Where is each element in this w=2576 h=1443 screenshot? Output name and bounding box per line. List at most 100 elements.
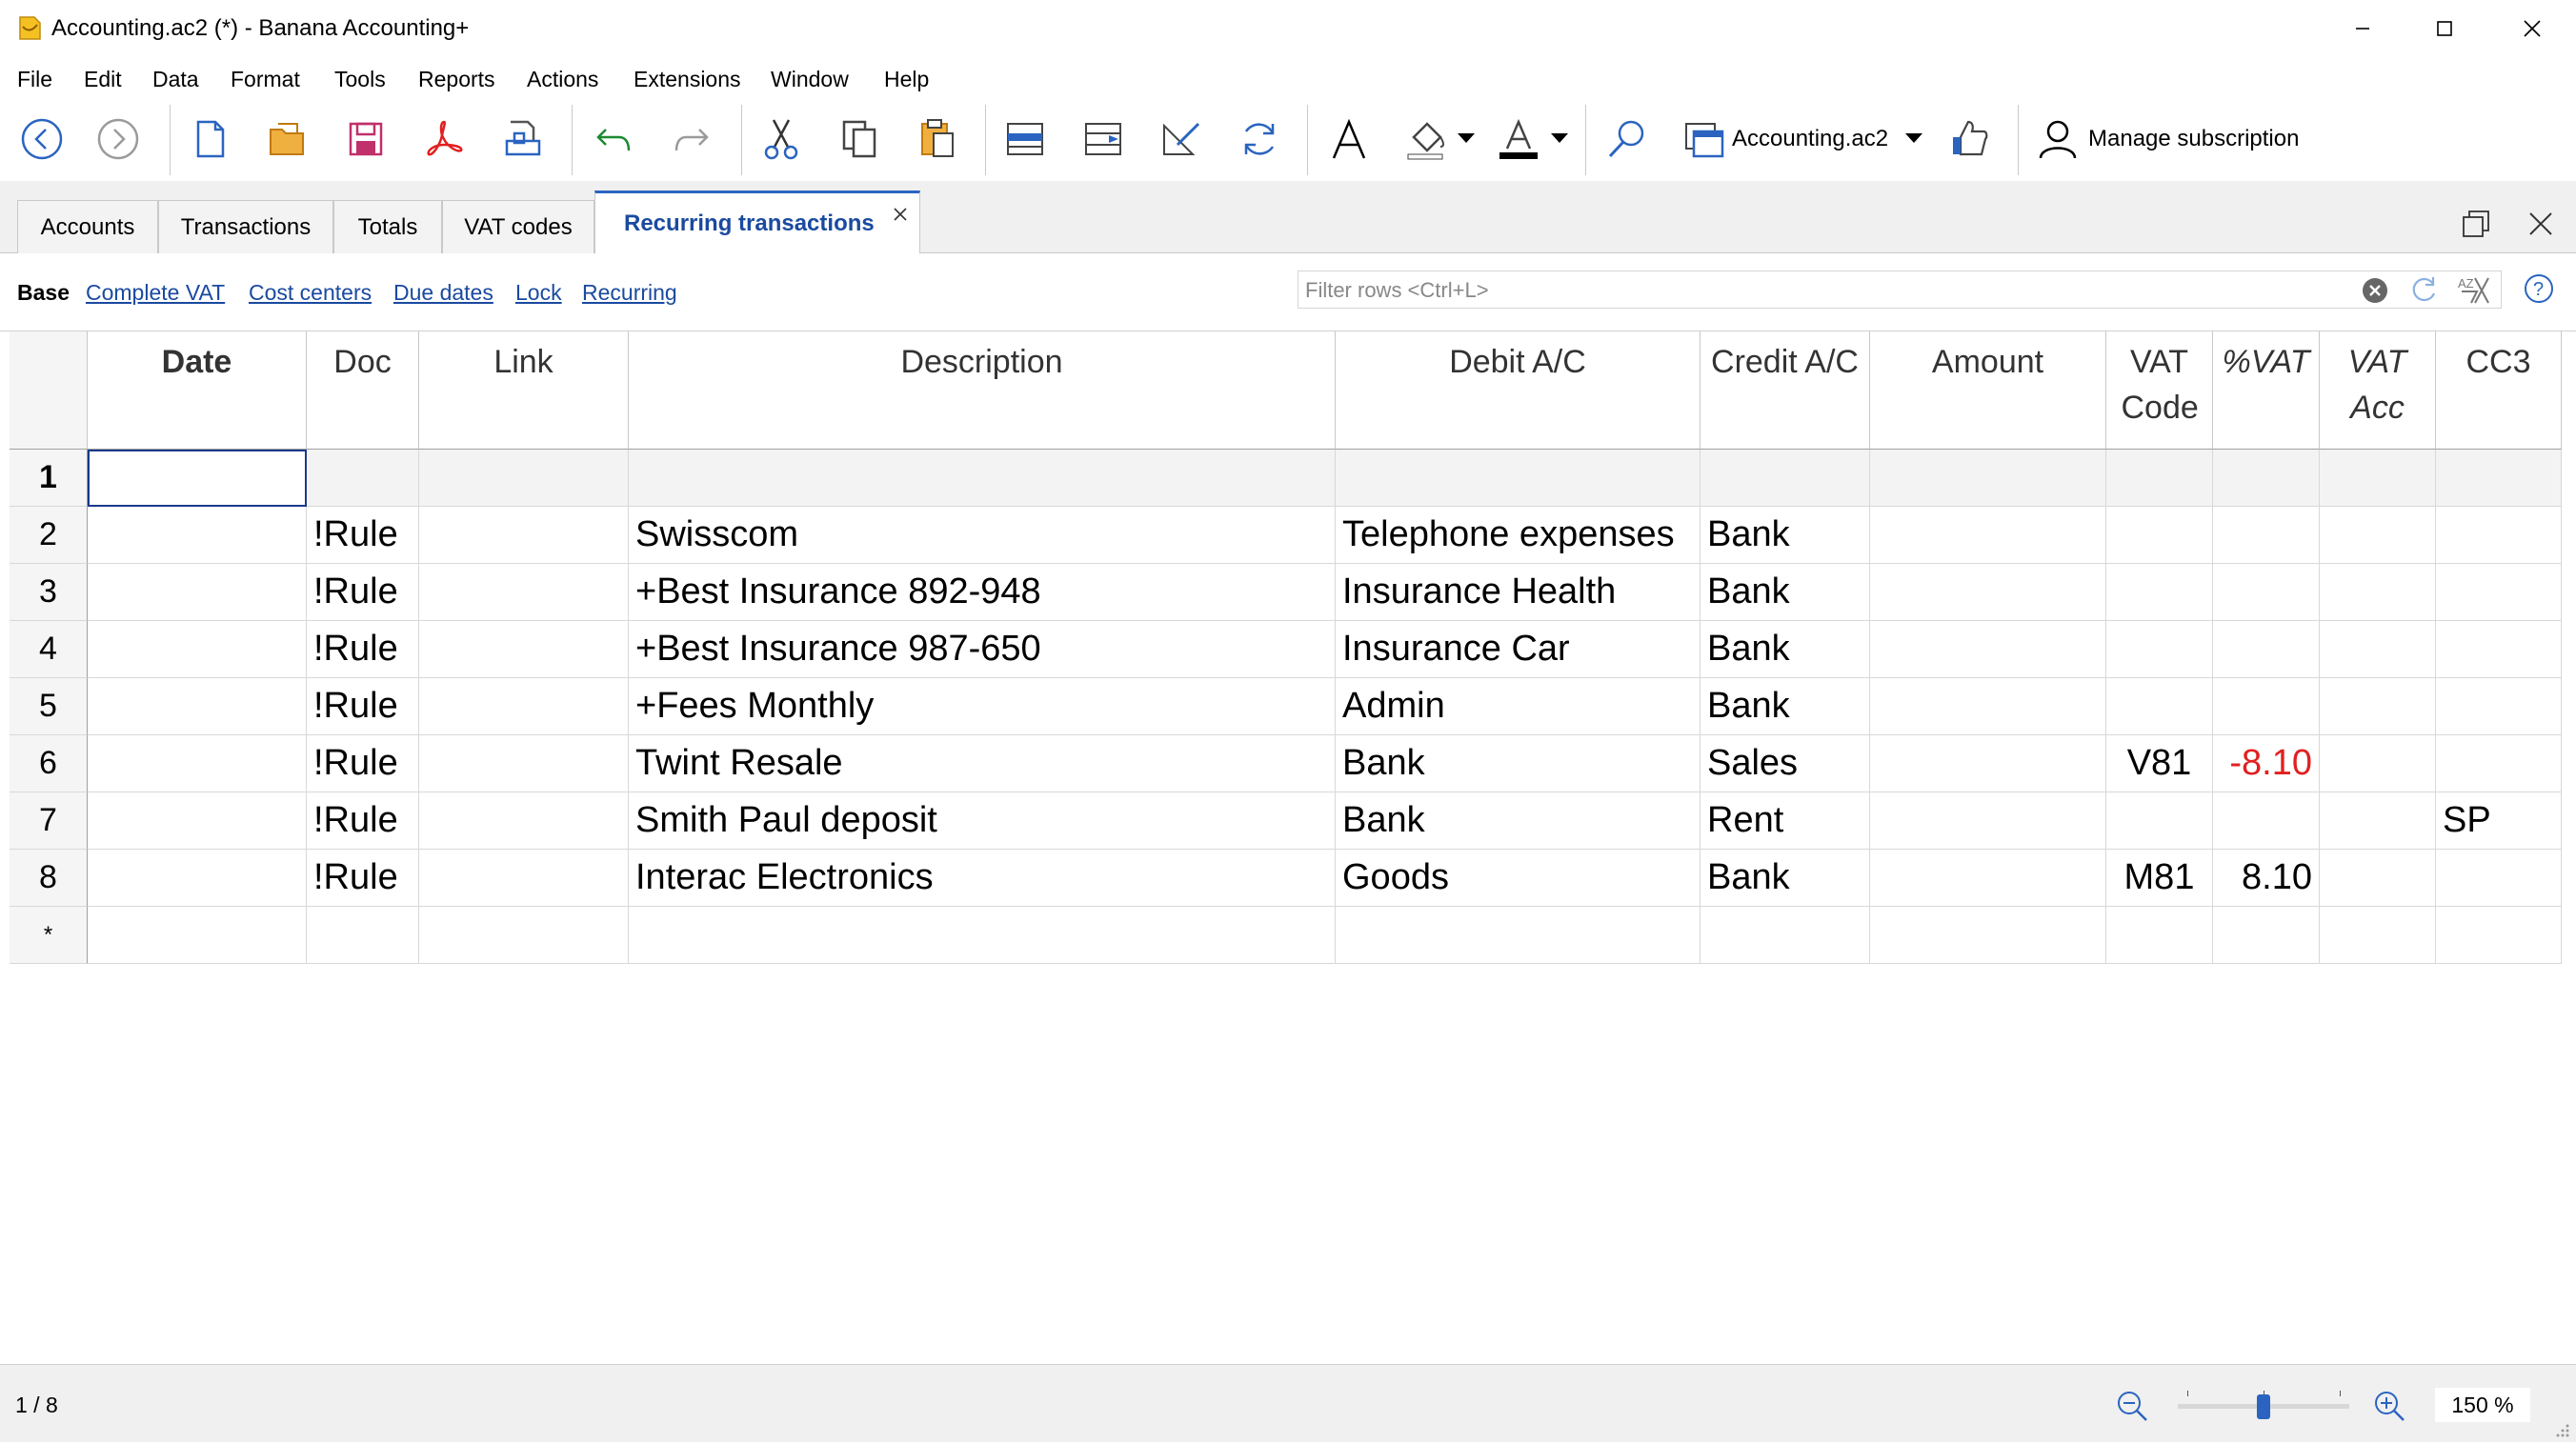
cell-description[interactable] — [629, 450, 1336, 507]
manage-subscription-link[interactable]: Manage subscription — [2088, 125, 2299, 153]
cell-pct-vat[interactable]: -8.10 — [2213, 735, 2320, 792]
help-button[interactable]: ? — [2523, 272, 2555, 310]
undo-button[interactable] — [587, 112, 640, 166]
cell-amount[interactable] — [1870, 850, 2106, 907]
column-header-amount[interactable]: Amount — [1870, 331, 2106, 450]
cell-credit-account[interactable]: Bank — [1701, 678, 1870, 735]
column-header-debit-account[interactable]: Debit A/C — [1336, 331, 1701, 450]
menu-file[interactable]: File — [17, 65, 52, 93]
cell-debit-account[interactable] — [1336, 450, 1701, 507]
cell-amount[interactable] — [1870, 907, 2106, 964]
cell-doc[interactable]: !Rule — [307, 792, 419, 850]
text-color-dropdown[interactable] — [1549, 130, 1570, 151]
resize-grip-icon[interactable] — [2553, 1421, 2570, 1443]
cell-description[interactable]: +Fees Monthly — [629, 678, 1336, 735]
find-button[interactable] — [1600, 112, 1654, 166]
save-button[interactable] — [339, 112, 392, 166]
cell-pct-vat[interactable] — [2213, 678, 2320, 735]
cell-credit-account[interactable] — [1701, 907, 1870, 964]
cell-pct-vat[interactable] — [2213, 507, 2320, 564]
cell-pct-vat[interactable] — [2213, 621, 2320, 678]
cell-amount[interactable] — [1870, 507, 2106, 564]
view-recurring[interactable]: Recurring — [582, 278, 677, 307]
cell-date[interactable] — [88, 507, 307, 564]
column-header-link[interactable]: Link — [419, 331, 629, 450]
font-button[interactable] — [1322, 112, 1376, 166]
close-tab-button[interactable] — [892, 206, 909, 228]
tab-vat-codes[interactable]: VAT codes — [442, 200, 594, 253]
clear-filter-button[interactable] — [2361, 276, 2389, 310]
switch-file-button[interactable] — [1679, 112, 1732, 166]
cell-pct-vat[interactable] — [2213, 792, 2320, 850]
corner-cell[interactable] — [10, 331, 88, 450]
view-due-dates[interactable]: Due dates — [393, 278, 493, 307]
cell-amount[interactable] — [1870, 621, 2106, 678]
fill-color-dropdown[interactable] — [1456, 130, 1477, 151]
row-header[interactable]: 4 — [10, 621, 88, 678]
cell-doc[interactable]: !Rule — [307, 507, 419, 564]
cell-vat-account[interactable] — [2320, 907, 2436, 964]
copy-button[interactable] — [833, 112, 886, 166]
account-button[interactable] — [2031, 112, 2084, 166]
row-header[interactable]: 2 — [10, 507, 88, 564]
cell-credit-account[interactable]: Bank — [1701, 850, 1870, 907]
refresh-filter-button[interactable] — [2408, 274, 2439, 310]
cell-vat-code[interactable] — [2106, 792, 2213, 850]
cell-link[interactable] — [419, 792, 629, 850]
cell-description[interactable]: +Best Insurance 892-948 — [629, 564, 1336, 621]
cell-doc[interactable]: !Rule — [307, 735, 419, 792]
cell-debit-account[interactable] — [1336, 907, 1701, 964]
cell-doc[interactable] — [307, 450, 419, 507]
cell-cc3[interactable] — [2436, 507, 2562, 564]
view-base[interactable]: Base — [17, 278, 70, 307]
selected-cell-date[interactable] — [88, 450, 307, 507]
text-color-button[interactable] — [1492, 112, 1545, 166]
menu-format[interactable]: Format — [231, 65, 300, 93]
cell-description[interactable] — [629, 907, 1336, 964]
tab-recurring-transactions[interactable]: Recurring transactions — [594, 190, 920, 254]
zoom-out-button[interactable] — [2115, 1389, 2149, 1428]
column-header-credit-account[interactable]: Credit A/C — [1701, 331, 1870, 450]
close-view-button[interactable] — [2526, 210, 2555, 243]
forward-button[interactable] — [91, 112, 145, 166]
cell-doc[interactable] — [307, 907, 419, 964]
menu-data[interactable]: Data — [152, 65, 199, 93]
cell-description[interactable]: Smith Paul deposit — [629, 792, 1336, 850]
column-header-description[interactable]: Description — [629, 331, 1336, 450]
cell-doc[interactable]: !Rule — [307, 678, 419, 735]
cell-credit-account[interactable]: Bank — [1701, 564, 1870, 621]
cell-date[interactable] — [88, 678, 307, 735]
column-header-cc3[interactable]: CC3 — [2436, 331, 2562, 450]
cell-vat-account[interactable] — [2320, 507, 2436, 564]
cell-cc3[interactable] — [2436, 907, 2562, 964]
cell-date[interactable] — [88, 850, 307, 907]
cell-credit-account[interactable]: Bank — [1701, 621, 1870, 678]
row-header[interactable]: 8 — [10, 850, 88, 907]
cell-vat-code[interactable] — [2106, 450, 2213, 507]
cell-doc[interactable]: !Rule — [307, 564, 419, 621]
view-complete-vat[interactable]: Complete VAT — [86, 278, 225, 307]
row-header[interactable]: 5 — [10, 678, 88, 735]
row-header[interactable]: * — [10, 907, 88, 964]
cell-cc3[interactable] — [2436, 621, 2562, 678]
menu-actions[interactable]: Actions — [527, 65, 598, 93]
cell-pct-vat[interactable] — [2213, 450, 2320, 507]
back-button[interactable] — [15, 112, 69, 166]
cell-pct-vat[interactable] — [2213, 564, 2320, 621]
cell-vat-account[interactable] — [2320, 850, 2436, 907]
tab-accounts[interactable]: Accounts — [17, 200, 158, 253]
cell-amount[interactable] — [1870, 564, 2106, 621]
cell-link[interactable] — [419, 678, 629, 735]
cell-description[interactable]: Twint Resale — [629, 735, 1336, 792]
recheck-button[interactable] — [1233, 112, 1286, 166]
column-header-vat-code[interactable]: VAT Code — [2106, 331, 2213, 450]
cell-description[interactable]: +Best Insurance 987-650 — [629, 621, 1336, 678]
cell-cc3[interactable] — [2436, 678, 2562, 735]
cell-vat-account[interactable] — [2320, 678, 2436, 735]
cell-debit-account[interactable]: Insurance Car — [1336, 621, 1701, 678]
redo-button[interactable] — [665, 112, 718, 166]
tab-transactions[interactable]: Transactions — [158, 200, 333, 253]
cell-amount[interactable] — [1870, 792, 2106, 850]
cell-cc3[interactable] — [2436, 735, 2562, 792]
zoom-level[interactable]: 150 % — [2435, 1388, 2530, 1422]
